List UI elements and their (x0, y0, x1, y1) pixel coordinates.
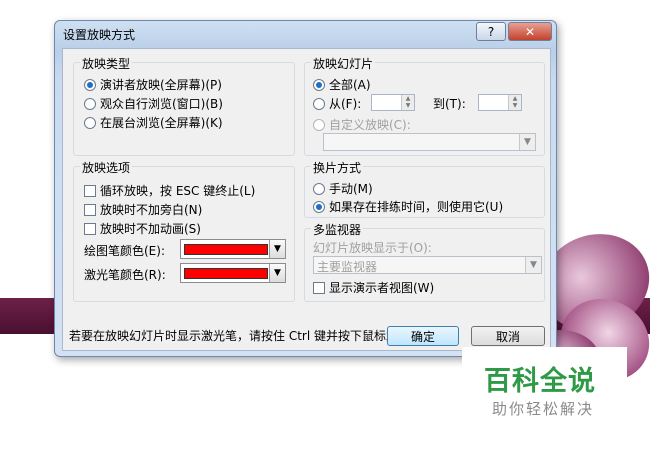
show-type-legend: 放映类型 (80, 55, 133, 72)
laser-color-picker[interactable]: ▼ (180, 263, 286, 283)
show-options-legend: 放映选项 (80, 159, 133, 176)
close-button[interactable]: ✕ (508, 22, 552, 41)
to-slide-spinner[interactable]: ▲ ▼ (478, 94, 522, 111)
checkbox[interactable] (84, 222, 96, 235)
radio-label: 观众自行浏览(窗口)(B) (100, 97, 223, 111)
laser-color-label: 激光笔颜色(R): (84, 268, 166, 282)
spinner-arrows-icon[interactable]: ▲ ▼ (401, 95, 414, 110)
multi-monitor-legend: 多监视器 (311, 221, 364, 238)
radio-button[interactable] (313, 118, 325, 131)
show-slides-legend: 放映幻灯片 (311, 55, 376, 72)
radio-use-timings[interactable]: 如果存在排练时间，则使用它(U) (313, 198, 503, 215)
checkbox-no-animation[interactable]: 放映时不加动画(S) (84, 220, 201, 237)
chevron-down-icon[interactable]: ▼ (269, 264, 285, 282)
radio-button[interactable] (313, 97, 325, 110)
dialog-client-area: 放映类型 演讲者放映(全屏幕)(P) 观众自行浏览(窗口)(B) 在展台浏览(全… (62, 48, 551, 351)
radio-kiosk[interactable]: 在展台浏览(全屏幕)(K) (84, 114, 223, 131)
pen-color-picker[interactable]: ▼ (180, 239, 286, 259)
checkbox-presenter-view[interactable]: 显示演示者视图(W) (313, 279, 434, 296)
radio-label: 全部(A) (329, 78, 371, 92)
radio-button[interactable] (84, 97, 96, 110)
setup-show-dialog: 设置放映方式 ? ✕ 放映类型 演讲者放映(全屏幕)(P) 观众自行浏览(窗口)… (54, 20, 557, 357)
laser-hint-text: 若要在放映幻灯片时显示激光笔，请按住 Ctrl 键并按下鼠标左按钮。 (69, 329, 434, 343)
radio-from-slide[interactable]: 从(F): (313, 95, 361, 112)
radio-button[interactable] (313, 200, 325, 213)
pen-color-label: 绘图笔颜色(E): (84, 244, 165, 258)
pen-color-swatch (184, 244, 268, 255)
radio-button[interactable] (84, 116, 96, 129)
watermark-subtitle: 助你轻松解决 (492, 400, 595, 418)
radio-label: 手动(M) (329, 182, 373, 196)
custom-show-select[interactable]: ▼ (323, 133, 536, 151)
display-on-value: 主要监视器 (317, 260, 378, 274)
chevron-down-icon[interactable]: ▼ (525, 257, 541, 273)
radio-custom-show[interactable]: 自定义放映(C): (313, 116, 411, 133)
spinner-arrows-icon[interactable]: ▲ ▼ (508, 95, 521, 110)
checkbox-label: 循环放映，按 ESC 键终止(L) (100, 184, 256, 198)
checkbox[interactable] (313, 281, 325, 294)
cancel-button[interactable]: 取消 (471, 326, 545, 346)
checkbox[interactable] (84, 203, 96, 216)
checkbox-label: 显示演示者视图(W) (329, 281, 435, 295)
dialog-title: 设置放映方式 (63, 28, 136, 42)
radio-label: 从(F): (329, 97, 362, 111)
from-slide-spinner[interactable]: ▲ ▼ (371, 94, 415, 111)
watermark: 百科全说 助你轻松解决 (462, 347, 627, 427)
radio-manual[interactable]: 手动(M) (313, 180, 373, 197)
display-on-label: 幻灯片放映显示于(O): (313, 241, 432, 255)
chevron-down-icon[interactable]: ▼ (269, 240, 285, 258)
radio-button[interactable] (84, 78, 96, 91)
radio-label: 如果存在排练时间，则使用它(U) (329, 200, 504, 214)
ok-button[interactable]: 确定 (387, 326, 459, 346)
checkbox-label: 放映时不加旁白(N) (100, 203, 203, 217)
to-slide-label: 到(T): (433, 97, 466, 111)
checkbox-label: 放映时不加动画(S) (100, 222, 201, 236)
radio-button[interactable] (313, 182, 325, 195)
advance-slides-legend: 换片方式 (311, 159, 364, 176)
checkbox-no-narration[interactable]: 放映时不加旁白(N) (84, 201, 202, 218)
show-type-group: 放映类型 演讲者放映(全屏幕)(P) 观众自行浏览(窗口)(B) 在展台浏览(全… (73, 55, 295, 156)
checkbox[interactable] (84, 184, 96, 197)
dialog-titlebar[interactable]: 设置放映方式 ? ✕ (55, 21, 556, 47)
watermark-logo: 百科全说 (484, 366, 596, 397)
radio-all-slides[interactable]: 全部(A) (313, 76, 371, 93)
radio-label: 演讲者放映(全屏幕)(P) (100, 78, 222, 92)
laser-color-swatch (184, 268, 268, 279)
chevron-down-icon[interactable]: ▼ (519, 134, 535, 150)
advance-slides-group: 换片方式 手动(M) 如果存在排练时间，则使用它(U) (304, 159, 545, 218)
radio-presenter[interactable]: 演讲者放映(全屏幕)(P) (84, 76, 222, 93)
radio-label: 自定义放映(C): (329, 118, 411, 132)
radio-individual[interactable]: 观众自行浏览(窗口)(B) (84, 95, 223, 112)
radio-button[interactable] (313, 78, 325, 91)
show-options-group: 放映选项 循环放映，按 ESC 键终止(L) 放映时不加旁白(N) 放映时不加动… (73, 159, 295, 302)
display-on-select[interactable]: 主要监视器 ▼ (313, 256, 542, 274)
checkbox-loop[interactable]: 循环放映，按 ESC 键终止(L) (84, 182, 255, 199)
help-button[interactable]: ? (476, 22, 506, 41)
radio-label: 在展台浏览(全屏幕)(K) (100, 116, 223, 130)
multi-monitor-group: 多监视器 幻灯片放映显示于(O): 主要监视器 ▼ 显示演示者视图(W) (304, 221, 545, 302)
show-slides-group: 放映幻灯片 全部(A) 从(F): ▲ ▼ 到(T): ▲ ▼ 自定义放映(C): … (304, 55, 545, 156)
